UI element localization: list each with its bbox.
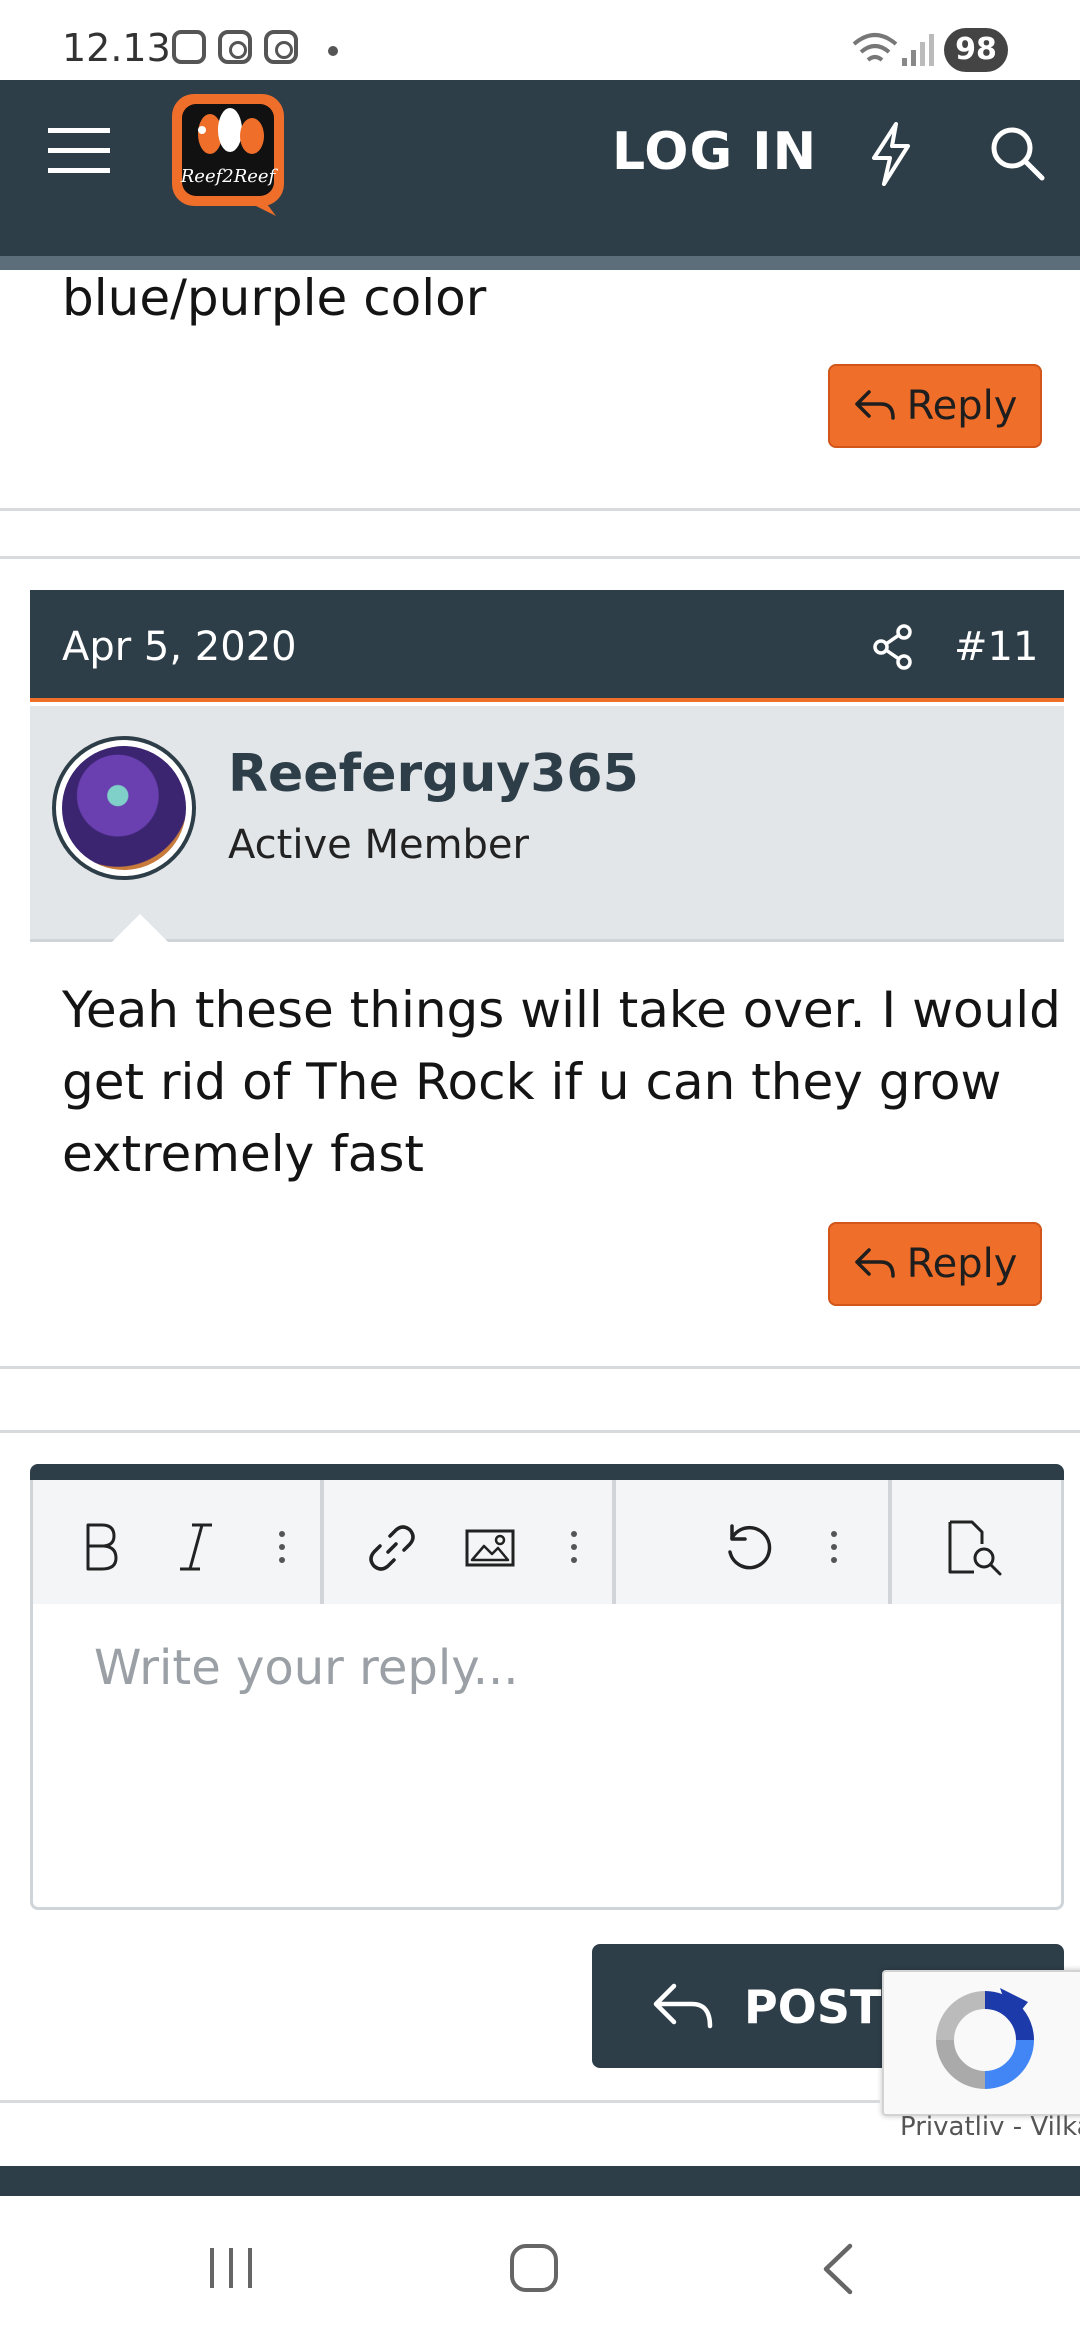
share-icon[interactable] bbox=[872, 624, 914, 670]
recaptcha-icon bbox=[936, 1988, 1034, 2089]
recaptcha-badge[interactable] bbox=[882, 1970, 1080, 2116]
home-icon[interactable] bbox=[508, 2242, 560, 2294]
toolbar-separator bbox=[612, 1480, 616, 1604]
search-icon[interactable] bbox=[988, 124, 1048, 184]
reply-icon bbox=[854, 1248, 895, 1278]
post-number[interactable]: #11 bbox=[954, 624, 1038, 670]
recaptcha-separator: - bbox=[1012, 2112, 1023, 2142]
post-body-line-2: get rid of The Rock if u can they grow bbox=[62, 1053, 1002, 1111]
wifi-icon bbox=[852, 33, 898, 62]
recaptcha-links: Privatliv - Vilkår bbox=[900, 2112, 1080, 2142]
reply-button[interactable]: Reply bbox=[828, 1222, 1042, 1306]
hamburger-icon[interactable] bbox=[48, 126, 110, 176]
username[interactable]: Reeferguy365 bbox=[228, 744, 639, 804]
login-link[interactable]: LOG IN bbox=[612, 122, 817, 182]
bold-icon[interactable] bbox=[82, 1522, 120, 1572]
reply-icon bbox=[653, 1983, 713, 2029]
logo-text: Reef2Reef bbox=[180, 166, 279, 187]
status-time: 12.13 bbox=[62, 26, 171, 70]
undo-icon[interactable] bbox=[722, 1522, 774, 1574]
signal-icon bbox=[902, 34, 934, 66]
toolbar-separator bbox=[320, 1480, 324, 1604]
recaptcha-terms-link[interactable]: Vilkår bbox=[1030, 2112, 1080, 2142]
avatar[interactable] bbox=[52, 736, 196, 880]
recent-apps-icon[interactable] bbox=[206, 2244, 256, 2292]
site-header bbox=[0, 80, 1080, 256]
instagram-icon bbox=[218, 30, 252, 64]
site-logo[interactable]: Reef2Reef bbox=[168, 90, 292, 220]
recaptcha-privacy-link[interactable]: Privatliv bbox=[900, 2112, 1004, 2142]
reply-label: Reply bbox=[906, 383, 1018, 429]
reply-placeholder: Write your reply... bbox=[94, 1640, 519, 1696]
instagram-icon bbox=[264, 30, 298, 64]
post-date[interactable]: Apr 5, 2020 bbox=[62, 624, 297, 670]
divider bbox=[0, 556, 1080, 559]
more-icon[interactable] bbox=[278, 1530, 286, 1564]
more-icon[interactable] bbox=[570, 1530, 578, 1564]
battery-indicator: 98 bbox=[944, 28, 1008, 72]
toolbar-separator bbox=[888, 1480, 892, 1604]
post-body-line-3: extremely fast bbox=[62, 1125, 425, 1183]
post-body-line-1: Yeah these things will take over. I woul… bbox=[62, 981, 1061, 1039]
reply-label: Reply bbox=[906, 1241, 1018, 1287]
user-title: Active Member bbox=[228, 822, 529, 868]
reply-icon bbox=[854, 390, 895, 420]
divider bbox=[0, 1430, 1080, 1433]
divider bbox=[0, 508, 1080, 511]
back-icon[interactable] bbox=[818, 2242, 858, 2296]
dot-icon bbox=[328, 46, 338, 56]
editor-top-bar bbox=[30, 1464, 1064, 1480]
italic-icon[interactable] bbox=[176, 1522, 216, 1572]
lightning-icon[interactable] bbox=[866, 122, 916, 186]
previous-post-text: blue/purple color bbox=[62, 269, 487, 327]
image-icon[interactable] bbox=[464, 1526, 516, 1570]
footer-bar bbox=[0, 2166, 1080, 2196]
user-block-pointer bbox=[112, 914, 168, 942]
divider bbox=[0, 2100, 880, 2103]
reply-button[interactable]: Reply bbox=[828, 364, 1042, 448]
more-icon[interactable] bbox=[830, 1530, 838, 1564]
link-icon[interactable] bbox=[366, 1522, 418, 1574]
preview-icon[interactable] bbox=[944, 1518, 1004, 1576]
divider bbox=[0, 1366, 1080, 1369]
gallery-icon bbox=[172, 30, 206, 64]
